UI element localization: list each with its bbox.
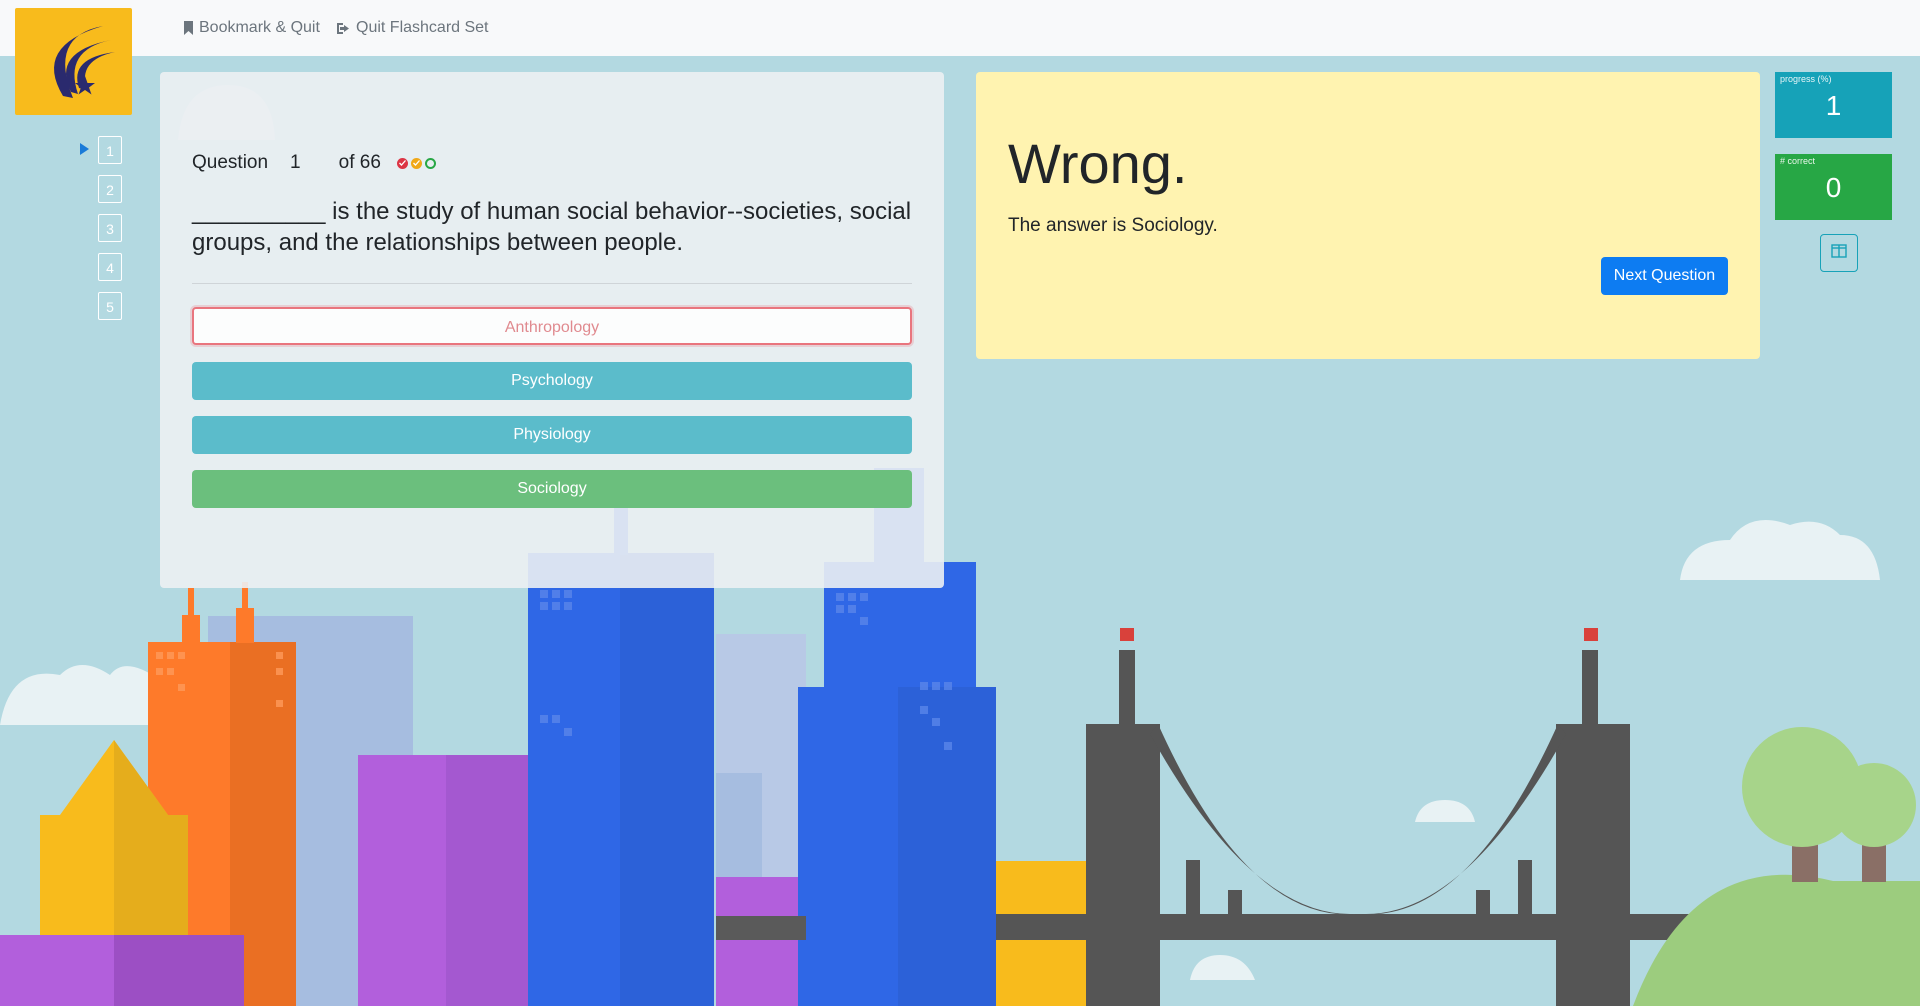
question-status-dots bbox=[396, 157, 436, 169]
app-logo[interactable] bbox=[15, 8, 132, 115]
question-nav-item[interactable]: 5 bbox=[98, 292, 122, 320]
question-number: 1 bbox=[290, 152, 301, 173]
bookmark-icon bbox=[183, 21, 194, 35]
question-nav-item[interactable]: 1 bbox=[98, 136, 122, 164]
toggle-layout-button[interactable] bbox=[1820, 234, 1858, 272]
question-nav-item[interactable]: 3 bbox=[98, 214, 122, 242]
question-divider bbox=[192, 283, 912, 284]
bookmark-and-quit-label: Bookmark & Quit bbox=[199, 19, 320, 36]
quit-flashcard-set-link[interactable]: Quit Flashcard Set bbox=[336, 19, 489, 37]
answer-option-physiology[interactable]: Physiology bbox=[192, 416, 912, 454]
next-question-button[interactable]: Next Question bbox=[1601, 257, 1728, 295]
question-text: __________ is the study of human social … bbox=[192, 198, 912, 256]
wrong-check-icon bbox=[396, 157, 408, 169]
progress-stat-label: progress (%) bbox=[1780, 74, 1832, 84]
correct-stat-box: # correct 0 bbox=[1775, 154, 1892, 220]
partial-check-icon bbox=[410, 157, 422, 169]
quit-flashcard-set-label: Quit Flashcard Set bbox=[356, 19, 489, 36]
progress-stat-value: 1 bbox=[1825, 90, 1842, 121]
question-label: Question bbox=[192, 152, 269, 173]
feedback-heading: Wrong. bbox=[1008, 132, 1188, 195]
sign-out-icon bbox=[336, 22, 351, 35]
answer-option-psychology[interactable]: Psychology bbox=[192, 362, 912, 400]
correct-stat-value: 0 bbox=[1825, 172, 1842, 203]
question-header: Question 1 of 66 bbox=[192, 152, 436, 174]
bookmark-and-quit-link[interactable]: Bookmark & Quit bbox=[183, 19, 320, 37]
answer-option-anthropology[interactable]: Anthropology bbox=[192, 307, 912, 345]
answer-option-sociology[interactable]: Sociology bbox=[192, 470, 912, 508]
logo-wings-star-icon bbox=[54, 26, 115, 98]
question-total: of 66 bbox=[338, 152, 381, 173]
top-navbar: Bookmark & Quit Quit Flashcard Set bbox=[0, 0, 1920, 56]
columns-icon bbox=[1831, 243, 1847, 263]
progress-stat-box: progress (%) 1 bbox=[1775, 72, 1892, 138]
current-question-pointer-icon bbox=[80, 143, 89, 155]
question-nav-item[interactable]: 4 bbox=[98, 253, 122, 281]
pending-circle-icon bbox=[424, 157, 436, 169]
feedback-message: The answer is Sociology. bbox=[1008, 215, 1218, 236]
feedback-card: Wrong. The answer is Sociology. Next Que… bbox=[976, 72, 1760, 359]
question-card: Question 1 of 66 __________ is the study… bbox=[160, 72, 944, 588]
question-nav-item[interactable]: 2 bbox=[98, 175, 122, 203]
correct-stat-label: # correct bbox=[1780, 156, 1816, 166]
